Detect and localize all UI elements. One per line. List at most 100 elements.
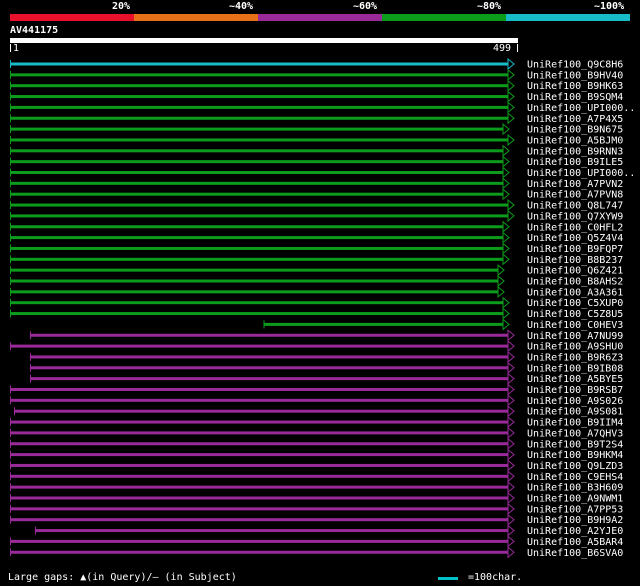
hit-bar[interactable] — [10, 257, 504, 261]
hit-bar[interactable] — [10, 279, 499, 283]
hit-bar[interactable] — [10, 518, 508, 522]
hit-label[interactable]: UniRef100_B9FQP7 — [527, 244, 623, 255]
hit-label[interactable]: UniRef100_C5Z8U5 — [527, 309, 623, 320]
hit-bar[interactable] — [10, 485, 508, 489]
hit-start-tick — [10, 461, 11, 470]
hit-label[interactable]: UniRef100_A7PVN2 — [527, 179, 623, 190]
hit-bar[interactable] — [10, 290, 499, 294]
hit-label[interactable]: UniRef100_A9SHU0 — [527, 342, 623, 353]
hit-label[interactable]: UniRef100_B9SQM4 — [527, 92, 623, 103]
hit-bar[interactable] — [10, 398, 508, 402]
hit-label[interactable]: UniRef100_B9R6Z3 — [527, 352, 623, 363]
hit-bar[interactable] — [10, 301, 504, 305]
hit-bar[interactable] — [10, 246, 504, 250]
hit-label[interactable]: UniRef100_B3H609 — [527, 483, 623, 494]
hit-bar[interactable] — [29, 377, 508, 381]
hit-label[interactable]: UniRef100_B8B237 — [527, 255, 623, 266]
hit-bar[interactable] — [10, 149, 504, 153]
hit-label[interactable]: UniRef100_UPI000.. — [527, 103, 635, 114]
hit-bar[interactable] — [10, 105, 508, 109]
hit-label[interactable]: UniRef100_B8AHS2 — [527, 277, 623, 288]
hit-bar[interactable] — [10, 203, 508, 207]
hit-label[interactable]: UniRef100_Q7XYW9 — [527, 211, 623, 222]
hit-start-tick — [10, 418, 11, 427]
hit-label[interactable]: UniRef100_B9ILE5 — [527, 157, 623, 168]
hit-bar[interactable] — [10, 431, 508, 435]
hit-bar[interactable] — [10, 474, 508, 478]
hit-label[interactable]: UniRef100_A5BYE5 — [527, 374, 623, 385]
hit-bar[interactable] — [10, 225, 504, 229]
hit-label[interactable]: UniRef100_A7QHV3 — [527, 428, 623, 439]
hit-bar[interactable] — [10, 550, 508, 554]
hit-end-arrow — [507, 502, 515, 515]
hit-bar[interactable] — [10, 160, 504, 164]
hit-bar[interactable] — [10, 95, 508, 99]
hit-bar[interactable] — [10, 268, 499, 272]
hit-label[interactable]: UniRef100_A5BJM0 — [527, 135, 623, 146]
hit-bar[interactable] — [10, 388, 508, 391]
hit-label[interactable]: UniRef100_A9NWM1 — [527, 494, 623, 505]
hit-label[interactable]: UniRef100_A7PP53 — [527, 504, 623, 515]
hit-start-tick — [10, 168, 11, 177]
hit-bar[interactable] — [10, 539, 508, 543]
hit-label[interactable]: UniRef100_B9RNN3 — [527, 146, 623, 157]
hit-bar[interactable] — [29, 333, 508, 337]
hit-label[interactable]: UniRef100_B9IIM4 — [527, 418, 623, 429]
hit-label[interactable]: UniRef100_B9T2S4 — [527, 439, 623, 450]
hit-label[interactable]: UniRef100_B9HKM4 — [527, 450, 623, 461]
hit-bar[interactable] — [34, 529, 509, 533]
hit-label[interactable]: UniRef100_B9IB08 — [527, 363, 623, 374]
hit-bar[interactable] — [10, 73, 508, 77]
hit-start-tick — [10, 125, 11, 134]
hit-bar[interactable] — [10, 116, 508, 120]
hit-label[interactable]: UniRef100_C0HFL2 — [527, 222, 623, 233]
hit-bar[interactable] — [10, 507, 508, 511]
hit-label[interactable]: UniRef100_B9N675 — [527, 125, 623, 136]
hit-bar[interactable] — [10, 214, 508, 218]
hit-bar[interactable] — [10, 127, 504, 131]
hit-label[interactable]: UniRef100_Q6Z421 — [527, 266, 623, 277]
hit-label[interactable]: UniRef100_Q9LZD3 — [527, 461, 623, 472]
hit-bar[interactable] — [29, 366, 508, 370]
hit-bar[interactable] — [10, 171, 504, 174]
hit-label[interactable]: UniRef100_Q5Z4V4 — [527, 233, 623, 244]
hit-label[interactable]: UniRef100_B9HK63 — [527, 81, 623, 92]
hit-label[interactable]: UniRef100_A2YJE0 — [527, 526, 623, 537]
hit-bar[interactable] — [10, 442, 508, 446]
hit-start-tick — [10, 114, 11, 123]
hit-label[interactable]: UniRef100_Q9C8H6 — [527, 60, 623, 71]
hit-bar[interactable] — [10, 236, 504, 240]
hit-label[interactable]: UniRef100_C9EHS4 — [527, 472, 623, 483]
hit-start-tick — [10, 233, 11, 242]
hit-bar[interactable] — [10, 192, 504, 196]
hit-label[interactable]: UniRef100_B9H9A2 — [527, 515, 623, 526]
hit-bar[interactable] — [10, 463, 508, 467]
hit-bar[interactable] — [10, 181, 504, 185]
hit-label[interactable]: UniRef100_A5BAR4 — [527, 537, 623, 548]
hit-bar[interactable] — [10, 496, 508, 500]
hit-label[interactable]: UniRef100_A7PVN8 — [527, 190, 623, 201]
hit-bar[interactable] — [10, 453, 508, 457]
hit-label[interactable]: UniRef100_A7P4X5 — [527, 114, 623, 125]
hit-label[interactable]: UniRef100_A9S081 — [527, 407, 623, 418]
hit-label[interactable]: UniRef100_B9RSB7 — [527, 385, 623, 396]
hit-label[interactable]: UniRef100_C0HEV3 — [527, 320, 623, 331]
hit-label[interactable]: UniRef100_Q8L747 — [527, 201, 623, 212]
hit-bar[interactable] — [10, 62, 508, 66]
hit-label[interactable]: UniRef100_B9HV40 — [527, 70, 623, 81]
hit-label[interactable]: UniRef100_A9S026 — [527, 396, 623, 407]
hit-bar[interactable] — [10, 312, 504, 316]
hit-label[interactable]: UniRef100_A7NU99 — [527, 331, 623, 342]
hit-bar[interactable] — [29, 355, 508, 359]
hit-bar[interactable] — [10, 138, 508, 142]
hit-label[interactable]: UniRef100_A3A361 — [527, 287, 623, 298]
hit-bar[interactable] — [10, 84, 508, 88]
hit-bar[interactable] — [10, 420, 508, 424]
hit-label[interactable]: UniRef100_B6SVA0 — [527, 548, 623, 559]
hit-label[interactable]: UniRef100_UPI000.. — [527, 168, 635, 179]
hit-bar[interactable] — [263, 322, 504, 326]
hit-bar[interactable] — [10, 344, 508, 348]
hit-label[interactable]: UniRef100_C5XUP0 — [527, 298, 623, 309]
hit-bar[interactable] — [13, 409, 509, 413]
hit-end-arrow — [507, 448, 515, 461]
